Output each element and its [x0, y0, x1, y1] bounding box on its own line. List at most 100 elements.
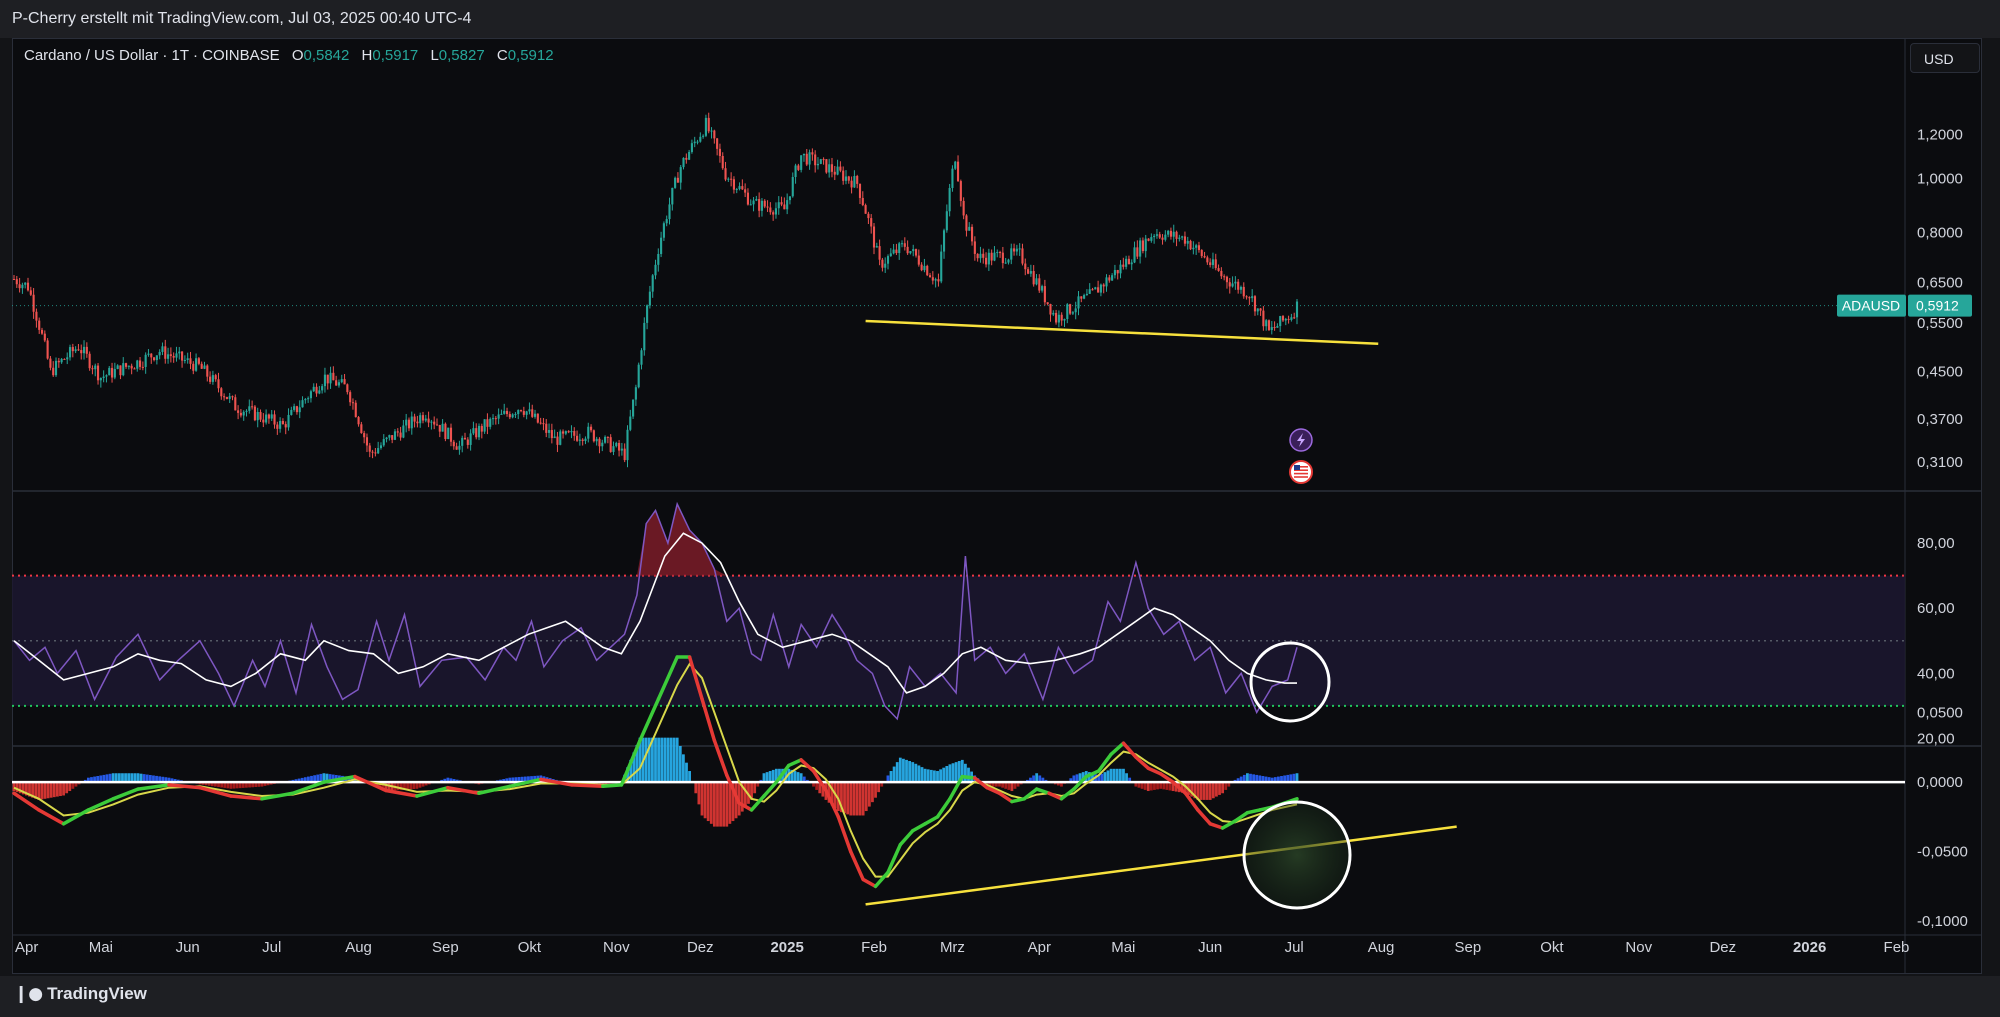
price-candle	[825, 159, 828, 173]
price-candle	[833, 171, 836, 175]
price-badge-text: 0,5912	[1916, 298, 1959, 314]
price-candle	[332, 372, 335, 381]
macd-histogram-bar	[877, 782, 881, 793]
price-candle	[447, 427, 450, 440]
price-candle	[209, 376, 212, 382]
price-candle	[553, 436, 556, 439]
macd-histogram-bar	[765, 772, 769, 783]
price-support-trendline	[865, 319, 1379, 346]
us-flag-event-icon[interactable]	[1289, 460, 1313, 484]
price-candle	[987, 252, 990, 265]
symbol-legend: Cardano / US Dollar · 1T · COINBASE O0,5…	[24, 47, 554, 64]
macd-histogram-bar	[688, 771, 691, 783]
bottom-bar	[0, 976, 2000, 1017]
macd-histogram-bar	[65, 782, 69, 794]
price-candle	[1113, 270, 1116, 276]
price-candle	[578, 439, 581, 441]
price-candle	[909, 251, 912, 254]
price-candle	[119, 365, 122, 376]
price-candle	[752, 200, 755, 205]
price-candle	[1231, 283, 1234, 287]
price-candle	[1281, 316, 1285, 321]
macd-histogram-bar	[939, 769, 943, 783]
price-candle	[82, 346, 86, 354]
price-candle	[819, 159, 822, 164]
price-candle	[744, 189, 747, 193]
price-candle	[141, 366, 144, 368]
macd-histogram-bar	[654, 737, 657, 783]
price-candle	[435, 424, 439, 426]
price-candle	[920, 264, 923, 271]
price-candle	[1091, 289, 1094, 291]
price-candle	[623, 448, 626, 461]
price-candle	[1279, 316, 1282, 327]
price-candle	[814, 154, 817, 166]
price-candle	[427, 418, 430, 423]
price-candle	[1046, 302, 1049, 305]
price-candle	[774, 208, 778, 215]
close-value: 0,5912	[507, 47, 554, 64]
price-candle	[1057, 314, 1060, 323]
price-candle	[239, 412, 242, 416]
macd-histogram-bar	[1010, 782, 1014, 792]
price-candle	[1175, 231, 1178, 239]
macd-histogram-bar	[902, 758, 905, 783]
price-candle	[976, 253, 979, 259]
price-candle	[1116, 270, 1119, 274]
time-axis-label: Okt	[518, 939, 542, 956]
price-candle	[1197, 245, 1201, 251]
price-candle	[124, 363, 128, 367]
price-candle	[710, 130, 713, 132]
time-axis-label: Mrz	[940, 939, 965, 956]
price-candle	[1060, 314, 1063, 321]
price-candle	[542, 423, 545, 425]
price-candle	[161, 346, 164, 352]
price-candle	[970, 226, 974, 242]
price-candle	[419, 415, 422, 424]
price-candle	[368, 445, 371, 452]
price-candle	[629, 416, 632, 430]
price-candle	[1004, 262, 1007, 264]
price-candle	[405, 419, 408, 426]
macd-histogram-bar	[743, 782, 747, 808]
price-candle	[783, 204, 786, 210]
price-candle	[256, 412, 259, 421]
price-candle	[1127, 258, 1130, 265]
price-candle	[475, 428, 478, 438]
price-candle	[575, 435, 579, 441]
time-axis-label: Sep	[1455, 939, 1482, 956]
macd-histogram-bar	[911, 762, 915, 783]
time-axis-label: Nov	[1625, 939, 1652, 956]
price-candle	[1206, 257, 1209, 263]
price-candle	[886, 256, 890, 264]
lightning-event-icon[interactable]	[1289, 428, 1313, 452]
price-candle	[379, 445, 383, 449]
currency-button[interactable]: USD	[1910, 43, 1980, 73]
symbol-title[interactable]: Cardano / US Dollar · 1T · COINBASE	[24, 47, 280, 64]
price-candle	[1139, 240, 1142, 257]
tradingview-logo[interactable]: ❙● TradingView	[14, 984, 147, 1004]
price-candle	[396, 431, 399, 433]
rsi-axis-label: 20,00	[1917, 730, 1955, 747]
price-candle	[399, 432, 402, 438]
macd-line-segment	[923, 815, 940, 826]
chart-svg[interactable]: 1,2000 1,0000 0,8000 0,6500 0,5500 0,4500 0,37…	[0, 0, 2000, 1017]
price-candle	[881, 259, 884, 268]
price-candle	[116, 365, 119, 369]
price-candle	[500, 413, 503, 415]
price-candle	[940, 251, 943, 282]
macd-histogram-bar	[37, 782, 41, 800]
price-candle	[153, 357, 156, 361]
price-candle	[410, 416, 413, 429]
price-candle	[1094, 287, 1097, 290]
price-candle	[702, 135, 705, 137]
price-candle	[494, 418, 497, 420]
price-candle	[993, 252, 996, 261]
price-candle	[640, 350, 643, 365]
price-candle	[573, 431, 576, 436]
macd-histogram-bar	[1208, 782, 1212, 800]
price-axis-label: 0,5500	[1917, 315, 1963, 332]
price-candle	[130, 365, 133, 369]
price-candle	[1052, 312, 1055, 315]
price-candle	[1167, 230, 1170, 235]
